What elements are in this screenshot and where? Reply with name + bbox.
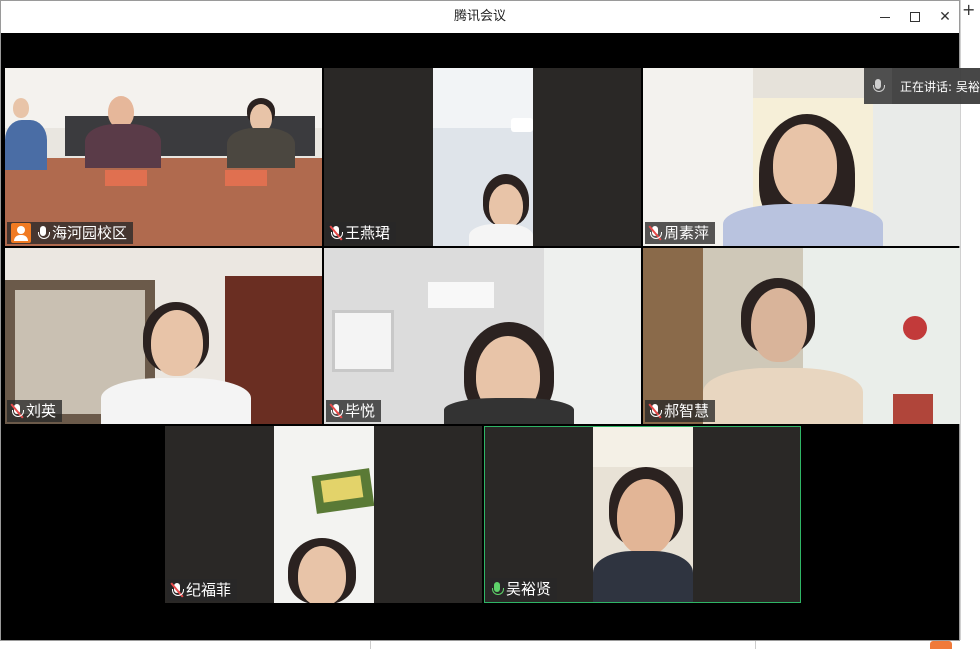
background-orange-tab [930,641,952,649]
video-tile-4[interactable]: 刘英 [5,248,322,424]
microphone-muted-icon [10,403,24,419]
participant-name: 纪福菲 [186,581,232,599]
participant-name-tag: 吴裕贤 [487,578,558,600]
conference-room-video [5,68,322,246]
speaking-label: 正在讲话: 吴裕 [900,79,980,94]
microphone-muted-icon [170,582,184,598]
video-tile-5[interactable]: 毕悦 [324,248,641,424]
participant-video [324,248,641,424]
participant-name-tag: 王燕珺 [326,222,397,244]
title-bar[interactable]: 腾讯会议 ✕ [1,1,959,33]
participant-name: 周素萍 [664,224,710,242]
speaking-indicator[interactable]: 正在讲话: 吴裕 [864,68,980,104]
video-tile-8-active-speaker[interactable]: 吴裕贤 [484,426,801,603]
background-window-bottom [370,640,756,649]
microphone-icon [872,78,885,94]
microphone-muted-icon [329,225,343,241]
microphone-icon [37,225,50,241]
microphone-muted-icon [329,403,343,419]
participant-name-tag: 周素萍 [645,222,716,244]
participant-video [643,248,960,424]
microphone-muted-icon [648,403,662,419]
participant-name-tag: 刘英 [7,400,63,422]
minimize-icon [880,16,890,18]
close-button[interactable]: ✕ [931,5,959,29]
video-grid: 海河园校区 王燕珺 周素萍 刘英 毕悦 郝智慧 纪福菲 吴裕贤 [1,33,960,640]
participant-name: 海河园校区 [52,224,128,242]
video-tile-7[interactable]: 纪福菲 [165,426,482,603]
maximize-icon [910,12,920,22]
video-tile-6[interactable]: 郝智慧 [643,248,960,424]
participant-name-tag: 纪福菲 [167,579,238,601]
participant-name-tag: 郝智慧 [645,400,716,422]
host-icon [11,223,31,243]
participant-name: 刘英 [26,402,57,420]
microphone-active-icon [491,581,504,597]
participant-video [5,248,322,424]
close-icon: ✕ [939,9,951,25]
participant-name-tag: 海河园校区 [7,222,134,244]
participant-name: 毕悦 [345,402,376,420]
window-title: 腾讯会议 [453,9,506,24]
maximize-button[interactable] [901,5,929,29]
speaking-mic-badge [864,68,892,104]
participant-video [433,68,533,246]
minimize-button[interactable] [871,5,899,29]
participant-name: 郝智慧 [664,402,710,420]
video-tile-2[interactable]: 王燕珺 [324,68,641,246]
participant-video [593,427,693,602]
participant-name: 吴裕贤 [506,580,552,598]
participant-video [274,426,374,603]
participant-name-tag: 毕悦 [326,400,382,422]
plus-icon[interactable]: + [962,0,975,19]
microphone-muted-icon [648,225,662,241]
video-tile-1[interactable]: 海河园校区 [5,68,322,246]
meeting-window: 腾讯会议 ✕ 海河园校区 王燕珺 周素萍 刘英 毕悦 郝智慧 纪福菲 吴裕贤 [0,0,960,641]
participant-name: 王燕珺 [345,224,391,242]
